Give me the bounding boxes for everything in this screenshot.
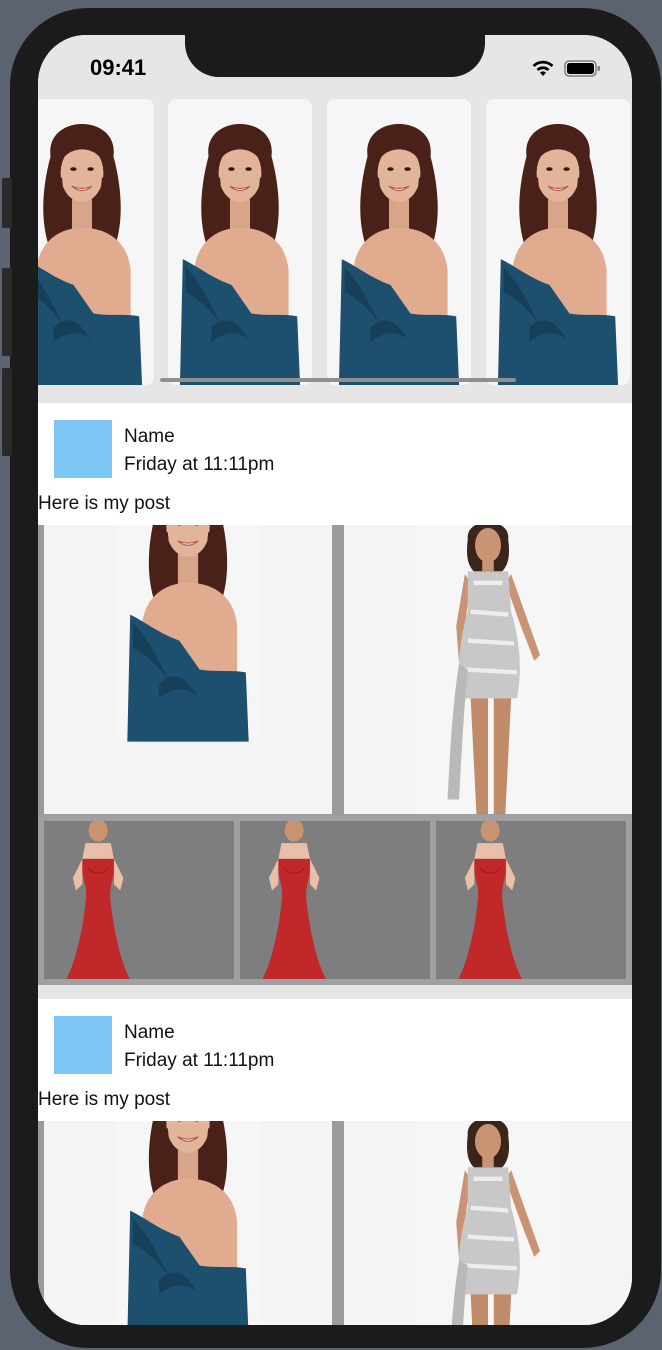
post-image[interactable] bbox=[44, 525, 332, 814]
volume-down-button bbox=[2, 368, 12, 456]
volume-up-button bbox=[2, 268, 12, 356]
post-header: Name Friday at 11:11pm bbox=[38, 999, 632, 1087]
post-image[interactable] bbox=[44, 1121, 332, 1325]
mute-switch bbox=[2, 178, 12, 228]
post-author-name[interactable]: Name bbox=[124, 426, 175, 448]
avatar[interactable] bbox=[54, 420, 112, 478]
feed[interactable]: Name Friday at 11:11pm Here is my post N… bbox=[38, 97, 632, 1325]
post-separator bbox=[38, 985, 632, 999]
story-card[interactable] bbox=[486, 99, 630, 385]
post: Name Friday at 11:11pm Here is my post bbox=[38, 403, 632, 985]
post: Name Friday at 11:11pm Here is my post bbox=[38, 999, 632, 1325]
post-header: Name Friday at 11:11pm bbox=[38, 403, 632, 491]
horizontal-scroll-indicator bbox=[160, 378, 516, 382]
post-text: Here is my post bbox=[38, 493, 170, 514]
post-author-name[interactable]: Name bbox=[124, 1022, 175, 1044]
story-card[interactable] bbox=[327, 99, 471, 385]
post-thumbnail[interactable] bbox=[436, 821, 626, 979]
post-image[interactable] bbox=[344, 525, 632, 814]
status-time: 09:41 bbox=[90, 55, 147, 80]
post-image-grid bbox=[38, 1121, 632, 1325]
notch bbox=[185, 35, 485, 77]
status-icons bbox=[530, 57, 602, 79]
avatar[interactable] bbox=[54, 1016, 112, 1074]
post-image[interactable] bbox=[344, 1121, 632, 1325]
post-thumbnail-grid bbox=[38, 815, 632, 985]
post-thumbnail[interactable] bbox=[44, 821, 234, 979]
wifi-icon bbox=[532, 60, 554, 76]
post-image-grid bbox=[38, 525, 632, 815]
battery-icon bbox=[564, 60, 600, 77]
post-thumbnail[interactable] bbox=[240, 821, 430, 979]
post-timestamp: Friday at 11:11pm bbox=[124, 1050, 275, 1071]
device-screen: 09:41 Name Friday at 11:11pm Here is my … bbox=[38, 35, 632, 1325]
stories-carousel[interactable] bbox=[38, 97, 632, 403]
post-timestamp: Friday at 11:11pm bbox=[124, 454, 275, 475]
story-card[interactable] bbox=[168, 99, 312, 385]
post-text: Here is my post bbox=[38, 1089, 170, 1110]
story-card[interactable] bbox=[38, 99, 154, 385]
